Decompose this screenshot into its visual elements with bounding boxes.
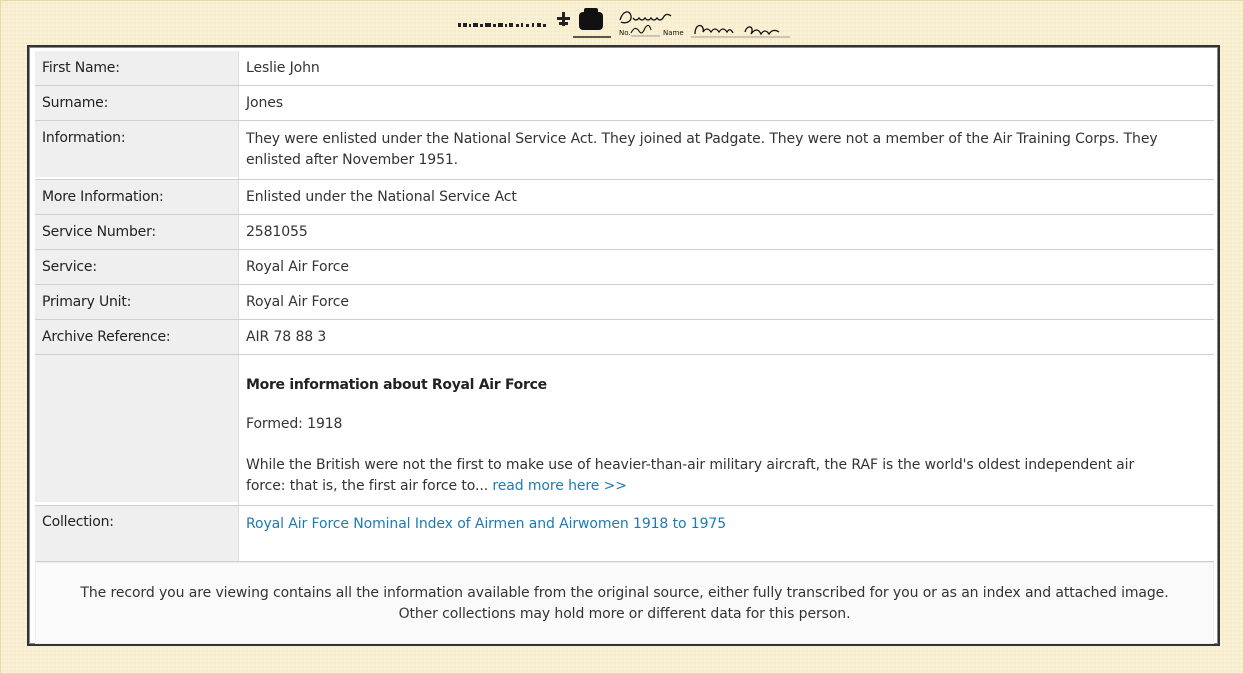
header-no-text: No.	[619, 29, 631, 37]
row-information: Information: They were enlisted under th…	[35, 121, 1214, 180]
label-primary-unit: Primary Unit:	[35, 285, 238, 319]
value-surname: Jones	[238, 86, 1214, 120]
value-first-name: Leslie John	[238, 51, 1214, 85]
unit-description-text: While the British were not the first to …	[246, 457, 1135, 494]
collection-link[interactable]: Royal Air Force Nominal Index of Airmen …	[246, 516, 726, 532]
label-information: Information:	[35, 121, 238, 177]
formed-year: Formed: 1918	[246, 416, 343, 432]
row-first-name: First Name: Leslie John	[35, 51, 1214, 86]
label-collection: Collection:	[35, 506, 238, 561]
row-service-number: Service Number: 2581055	[35, 215, 1214, 250]
row-archive-reference: Archive Reference: AIR 78 88 3	[35, 320, 1214, 355]
value-primary-unit: Royal Air Force	[238, 285, 1214, 319]
value-more-information: Enlisted under the National Service Act	[238, 180, 1214, 214]
row-more-information: More Information: Enlisted under the Nat…	[35, 180, 1214, 215]
more-about-title: More information about Royal Air Force	[246, 377, 547, 393]
value-archive-reference: AIR 78 88 3	[238, 320, 1214, 354]
row-surname: Surname: Jones	[35, 86, 1214, 121]
record-frame: First Name: Leslie John Surname: Jones I…	[27, 45, 1220, 646]
row-more-about-unit: More information about Royal Air Force F…	[35, 355, 1214, 506]
header-scan-graphic: No. Name	[458, 8, 790, 38]
label-service-number: Service Number:	[35, 215, 238, 249]
label-surname: Surname:	[35, 86, 238, 120]
label-first-name: First Name:	[35, 51, 238, 85]
unit-description: While the British were not the first to …	[246, 455, 1174, 497]
footer-line-1: The record you are viewing contains all …	[80, 585, 1169, 601]
header-name-text: Name	[663, 29, 684, 37]
record-table: First Name: Leslie John Surname: Jones I…	[35, 51, 1214, 644]
crest-icon	[579, 8, 603, 30]
document-header-strip: No. Name	[455, 4, 795, 44]
more-about-content: More information about Royal Air Force F…	[238, 355, 1214, 505]
cross-icon	[557, 12, 570, 26]
value-service: Royal Air Force	[238, 250, 1214, 284]
row-collection: Collection: Royal Air Force Nominal Inde…	[35, 506, 1214, 562]
read-more-link[interactable]: read more here >>	[492, 478, 627, 494]
row-primary-unit: Primary Unit: Royal Air Force	[35, 285, 1214, 320]
label-service: Service:	[35, 250, 238, 284]
row-service: Service: Royal Air Force	[35, 250, 1214, 285]
value-service-number: 2581055	[238, 215, 1214, 249]
label-empty	[35, 355, 238, 502]
value-collection: Royal Air Force Nominal Index of Airmen …	[238, 506, 1214, 561]
label-archive-reference: Archive Reference:	[35, 320, 238, 354]
footer-line-2: Other collections may hold more or diffe…	[398, 606, 851, 622]
record-footer-note: The record you are viewing contains all …	[35, 562, 1214, 644]
label-more-information: More Information:	[35, 180, 238, 214]
value-information: They were enlisted under the National Se…	[238, 121, 1214, 179]
